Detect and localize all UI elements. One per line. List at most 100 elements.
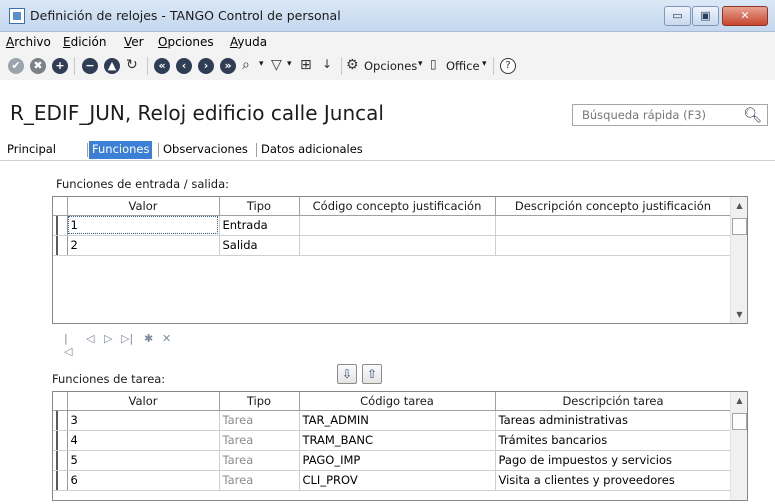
nav-last-icon[interactable]: ▷| xyxy=(121,332,133,345)
vertical-scrollbar[interactable]: ▲ ▼ xyxy=(730,197,747,323)
cell-tipo[interactable]: Entrada xyxy=(219,215,300,236)
cell-tipo[interactable]: Tarea xyxy=(219,470,300,491)
cell-codigo-tarea[interactable]: TRAM_BANC xyxy=(299,430,496,451)
first-record-icon[interactable]: « xyxy=(154,58,170,74)
delete-icon[interactable]: − xyxy=(82,58,98,74)
cell-codigo-tarea[interactable]: PAGO_IMP xyxy=(299,450,496,471)
nav-previous-icon[interactable]: ◁ xyxy=(86,332,94,345)
toolbar-separator xyxy=(147,57,148,75)
scroll-thumb[interactable] xyxy=(732,218,747,235)
next-record-icon[interactable]: › xyxy=(198,58,214,74)
maximize-button[interactable]: ▣ xyxy=(692,6,719,26)
refresh-icon[interactable]: ↻ xyxy=(126,57,138,73)
filter-dropdown-icon[interactable]: ▾ xyxy=(287,59,292,69)
help-icon[interactable]: ? xyxy=(500,58,516,74)
scroll-down-icon[interactable]: ▼ xyxy=(731,306,747,323)
move-up-button[interactable]: ⇧ xyxy=(362,364,382,384)
minimize-button[interactable]: ▭ xyxy=(664,6,691,26)
scroll-thumb[interactable] xyxy=(732,413,747,430)
nav-new-icon[interactable]: ✱ xyxy=(144,332,153,345)
cell-valor[interactable]: 2 xyxy=(67,235,220,256)
cancel-icon[interactable]: ✖ xyxy=(30,58,46,74)
sort-icon[interactable]: ↓ xyxy=(322,57,332,71)
accept-icon[interactable]: ✔ xyxy=(8,58,24,74)
previous-record-icon[interactable]: ‹ xyxy=(176,58,192,74)
office-dropdown-icon[interactable]: ▾ xyxy=(482,59,487,69)
row-selector[interactable] xyxy=(53,450,68,471)
table-row[interactable]: 2 Salida xyxy=(53,235,732,256)
office-button[interactable]: Office xyxy=(446,59,480,73)
cell-codigo-tarea[interactable]: TAR_ADMIN xyxy=(299,410,496,431)
row-selector[interactable] xyxy=(53,235,68,256)
column-header-tipo[interactable]: Tipo xyxy=(219,197,300,216)
last-record-icon[interactable]: » xyxy=(220,58,236,74)
cell-codigo-tarea[interactable]: CLI_PROV xyxy=(299,470,496,491)
cell-descripcion-concepto[interactable] xyxy=(495,215,732,236)
column-header-tipo[interactable]: Tipo xyxy=(219,392,300,411)
cell-descripcion-tarea[interactable]: Tareas administrativas xyxy=(495,410,732,431)
close-button[interactable]: ✕ xyxy=(722,6,768,26)
scroll-up-icon[interactable]: ▲ xyxy=(731,197,747,214)
cell-tipo[interactable]: Salida xyxy=(219,235,300,256)
cell-descripcion-concepto[interactable] xyxy=(495,235,732,256)
cell-codigo-concepto[interactable] xyxy=(299,215,496,236)
scroll-up-icon[interactable]: ▲ xyxy=(731,392,747,409)
opciones-button[interactable]: Opciones xyxy=(364,59,417,73)
row-selector[interactable] xyxy=(53,430,68,451)
office-icon[interactable]: ▯ xyxy=(430,57,437,71)
opciones-dropdown-icon[interactable]: ▾ xyxy=(418,59,423,69)
cell-tipo[interactable]: Tarea xyxy=(219,450,300,471)
cell-codigo-concepto[interactable] xyxy=(299,235,496,256)
nav-next-icon[interactable]: ▷ xyxy=(104,332,112,345)
table-row[interactable]: 6 Tarea CLI_PROV Visita a clientes y pro… xyxy=(53,470,732,491)
menu-archivo[interactable]: Archivo xyxy=(6,35,51,49)
search-input[interactable] xyxy=(573,105,741,125)
cell-valor[interactable]: 6 xyxy=(67,470,220,491)
add-icon[interactable]: + xyxy=(52,58,68,74)
binoculars-icon[interactable]: ⌕ xyxy=(242,57,250,73)
row-selector[interactable] xyxy=(53,410,68,431)
menu-ayuda[interactable]: Ayuda xyxy=(230,35,267,49)
tab-principal[interactable]: Principal xyxy=(4,141,59,159)
column-header-descripcion-concepto[interactable]: Descripción concepto justificación xyxy=(495,197,732,216)
table-row[interactable]: 1 Entrada xyxy=(53,215,732,236)
cell-descripcion-tarea[interactable]: Trámites bancarios xyxy=(495,430,732,451)
menu-opciones[interactable]: Opciones xyxy=(158,35,214,49)
grid-icon[interactable]: ⊞ xyxy=(300,57,312,73)
table-row[interactable]: 4 Tarea TRAM_BANC Trámites bancarios xyxy=(53,430,732,451)
column-header-descripcion-tarea[interactable]: Descripción tarea xyxy=(495,392,732,411)
column-header-valor[interactable]: Valor xyxy=(67,197,220,216)
quick-search-box[interactable]: 🔍︎ xyxy=(572,104,768,126)
search-icon[interactable]: 🔍︎ xyxy=(743,106,762,124)
cell-descripcion-tarea[interactable]: Visita a clientes y proveedores xyxy=(495,470,732,491)
cell-valor[interactable]: 3 xyxy=(67,410,220,431)
nav-first-icon[interactable]: |◁ xyxy=(64,332,72,358)
tab-observaciones[interactable]: Observaciones xyxy=(160,141,251,159)
cell-tipo[interactable]: Tarea xyxy=(219,410,300,431)
table-row[interactable]: 3 Tarea TAR_ADMIN Tareas administrativas xyxy=(53,410,732,431)
cell-valor[interactable]: 1 xyxy=(67,215,220,236)
menu-edicion[interactable]: Edición xyxy=(63,35,106,49)
vertical-scrollbar[interactable]: ▲ xyxy=(730,392,747,500)
search-dropdown-icon[interactable]: ▾ xyxy=(259,59,264,69)
column-header-codigo-tarea[interactable]: Código tarea xyxy=(299,392,496,411)
menu-ver[interactable]: Ver xyxy=(124,35,144,49)
edit-icon[interactable]: ▲ xyxy=(104,58,120,74)
tareas-grid: Valor Tipo Código tarea Descripción tare… xyxy=(52,391,748,501)
cell-descripcion-tarea[interactable]: Pago de impuestos y servicios xyxy=(495,450,732,471)
column-header-codigo-concepto[interactable]: Código concepto justificación xyxy=(299,197,496,216)
row-selector[interactable] xyxy=(53,470,68,491)
toolbar-separator xyxy=(341,57,342,75)
gear-icon[interactable]: ⚙ xyxy=(346,57,359,73)
tab-datos-adicionales[interactable]: Datos adicionales xyxy=(258,141,366,159)
tab-funciones[interactable]: Funciones xyxy=(89,141,153,159)
nav-delete-icon[interactable]: ✕ xyxy=(162,332,171,345)
cell-tipo[interactable]: Tarea xyxy=(219,430,300,451)
cell-valor[interactable]: 5 xyxy=(67,450,220,471)
row-selector[interactable] xyxy=(53,215,68,236)
cell-valor[interactable]: 4 xyxy=(67,430,220,451)
column-header-valor[interactable]: Valor xyxy=(67,392,220,411)
table-row[interactable]: 5 Tarea PAGO_IMP Pago de impuestos y ser… xyxy=(53,450,732,471)
move-down-button[interactable]: ⇩ xyxy=(337,364,357,384)
filter-icon[interactable]: ▽ xyxy=(271,57,282,73)
